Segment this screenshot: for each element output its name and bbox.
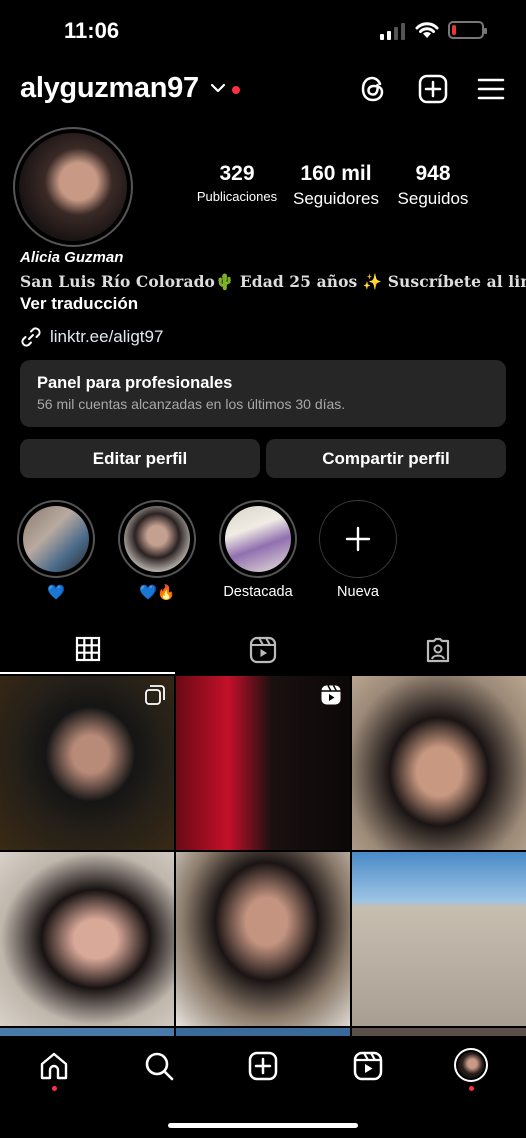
username[interactable]: alyguzman97: [20, 72, 199, 105]
posts-count-label: Publicaciones: [196, 189, 278, 204]
profile-header: alyguzman97: [0, 66, 526, 112]
tab-tagged[interactable]: [350, 626, 525, 674]
post-thumbnail[interactable]: [0, 676, 174, 850]
battery-icon: [448, 21, 487, 39]
post-thumbnail[interactable]: [176, 852, 350, 1026]
highlight-cover: [17, 500, 95, 578]
plus-icon: [345, 526, 371, 552]
followers-count-value: 160 mil: [300, 162, 372, 185]
post-thumbnail[interactable]: [176, 676, 350, 850]
home-icon[interactable]: [38, 1050, 70, 1082]
posts-count[interactable]: 329 Publicaciones: [190, 162, 284, 204]
followers-count-label: Seguidores: [292, 189, 379, 208]
post-thumbnail[interactable]: [352, 852, 526, 1026]
create-post-icon[interactable]: [418, 74, 448, 104]
tab-reels[interactable]: [175, 626, 350, 674]
wifi-icon: [415, 22, 439, 38]
reels-icon: [249, 636, 276, 664]
posts-grid: [0, 676, 526, 1036]
bio-text: San Luis Río Colorado🌵 Edad 25 años ✨ Su…: [20, 272, 526, 291]
cellular-signal-icon: [380, 22, 405, 40]
post-thumbnail[interactable]: [352, 676, 526, 850]
posts-count-value: 329: [219, 162, 255, 185]
avatar-image: [19, 133, 127, 241]
content-tabs: [0, 626, 526, 674]
bio-link[interactable]: linktr.ee/aligt97: [20, 326, 163, 348]
post-thumbnail[interactable]: [0, 1028, 174, 1036]
edit-profile-button[interactable]: Editar perfil: [20, 439, 260, 478]
home-notification-dot: [52, 1086, 57, 1091]
following-count-label: Seguidos: [397, 189, 469, 208]
tagged-person-icon: [426, 637, 449, 663]
highlight-item[interactable]: 💙🔥: [117, 500, 197, 601]
profile-tab-avatar[interactable]: [454, 1048, 488, 1082]
following-count[interactable]: 948 Seguidos: [392, 162, 474, 209]
search-icon[interactable]: [143, 1050, 175, 1082]
home-indicator: [168, 1123, 358, 1128]
highlight-label: 💙: [46, 585, 66, 601]
threads-icon[interactable]: [358, 74, 388, 104]
highlight-cover: [118, 500, 196, 578]
new-highlight-label: Nueva: [337, 584, 379, 600]
status-bar: 11:06: [0, 0, 526, 60]
reels-icon: [321, 685, 341, 705]
highlight-item[interactable]: Destacada: [218, 500, 298, 600]
highlight-label: Destacada: [223, 584, 293, 600]
create-icon[interactable]: [247, 1050, 279, 1082]
share-profile-button[interactable]: Compartir perfil: [266, 439, 506, 478]
highlight-item[interactable]: 💙: [16, 500, 96, 601]
new-highlight-circle: [319, 500, 397, 578]
carousel-icon: [145, 685, 165, 705]
bio-link-text: linktr.ee/aligt97: [50, 327, 164, 346]
professional-dashboard[interactable]: Panel para profesionales 56 mil cuentas …: [20, 360, 506, 427]
profile-notification-dot: [469, 1086, 474, 1091]
post-thumbnail[interactable]: [0, 852, 174, 1026]
full-name: Alicia Guzman: [20, 249, 124, 266]
grid-icon: [75, 636, 100, 662]
avatar-image: [458, 1052, 484, 1078]
tab-grid[interactable]: [0, 626, 175, 674]
post-thumbnail[interactable]: [176, 1028, 350, 1036]
followers-count[interactable]: 160 mil Seguidores: [290, 162, 382, 209]
post-thumbnail[interactable]: [352, 1028, 526, 1036]
professional-dashboard-subtitle: 56 mil cuentas alcanzadas en los últimos…: [37, 396, 346, 412]
profile-avatar[interactable]: [13, 127, 133, 247]
notification-dot: [232, 86, 240, 94]
see-translation-link[interactable]: Ver traducción: [20, 294, 138, 314]
professional-dashboard-title: Panel para profesionales: [37, 374, 233, 392]
link-icon: [21, 327, 41, 347]
new-highlight-button[interactable]: Nueva: [318, 500, 398, 600]
following-count-value: 948: [415, 162, 451, 185]
menu-icon[interactable]: [477, 74, 505, 104]
highlight-cover: [219, 500, 297, 578]
chevron-down-icon[interactable]: [210, 82, 226, 94]
highlight-label: 💙🔥: [138, 585, 176, 601]
reels-icon[interactable]: [352, 1050, 384, 1082]
status-time: 11:06: [64, 18, 120, 43]
